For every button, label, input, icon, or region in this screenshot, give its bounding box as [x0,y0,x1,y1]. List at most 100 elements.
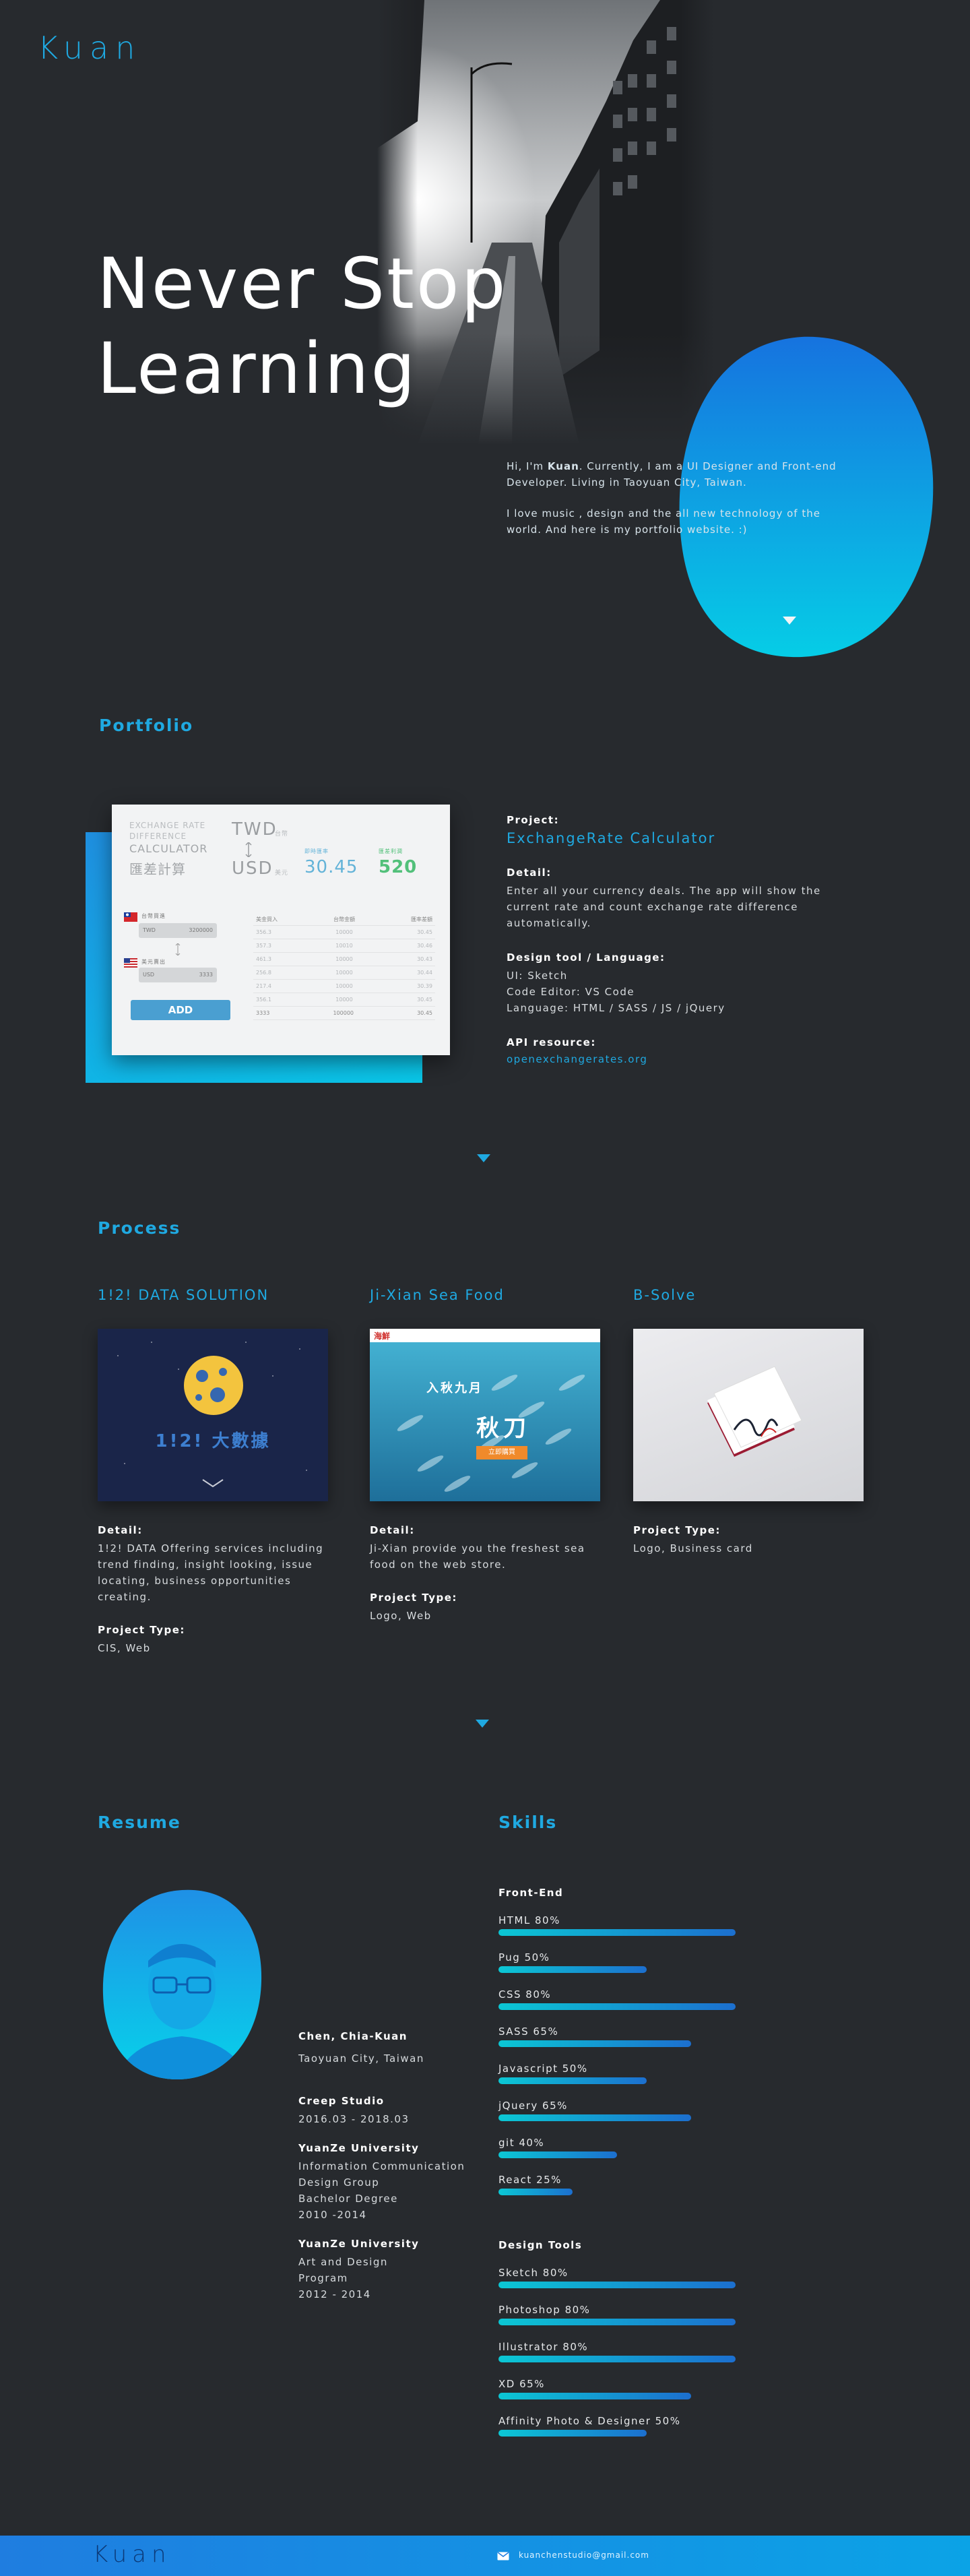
api-link[interactable]: openexchangerates.org [507,1053,647,1065]
skill-bar-track [498,2040,795,2047]
table-cell: 30.43 [417,956,432,962]
skill-label: jQuery 65% [498,2100,568,2112]
chevron-down-icon[interactable] [783,617,796,626]
app-deals-table: 美金買入 台幣金額 匯率差額 356.3 10000 30.45 357.3 1001… [253,912,435,1020]
type-text: Logo, Business card [633,1542,753,1554]
table-header-cell: 匯率差額 [411,916,432,922]
field-currency: USD [143,972,155,978]
app-rate-value: 30.45 [304,857,358,877]
skill-item: React 25% [498,2174,795,2211]
usa-flag-icon [124,958,137,968]
table-row[interactable]: 217.4 10000 30.39 [253,980,435,993]
chevron-down-icon[interactable] [477,1154,490,1164]
swap-arrows-icon[interactable] [245,842,252,857]
skill-bar-track [498,2189,795,2195]
intro-text: Hi, I'm [507,460,548,472]
process-item-title[interactable]: B-Solve [633,1287,696,1303]
skill-item: HTML 80% [498,1914,795,1951]
type-text: Logo, Web [370,1610,432,1622]
table-cell: 10000 [335,983,353,989]
tools-ui: UI: Sketch [507,970,568,982]
footer-logo[interactable]: Kuan [93,2541,172,2568]
table-cell: 30.44 [417,970,432,976]
add-button[interactable]: ADD [131,1000,230,1020]
skill-bar-track [498,2393,795,2399]
skill-bar-fill [498,2114,691,2121]
resume-entry: YuanZe University Art and Design Program… [298,2238,507,2302]
exchange-rate-app-preview[interactable]: EXCHANGE RATE DIFFERENCE CALCULATOR 匯差計算… [112,805,450,1055]
project-image-seafood[interactable]: 海鮮 入秋九月 秋刀 立即購買 [370,1329,600,1501]
table-row[interactable]: 461.3 10000 30.43 [253,953,435,966]
skill-bar-fill [498,2430,647,2437]
hero-intro-paragraph-1: Hi, I'm Kuan. Currently, I am a UI Desig… [507,458,857,491]
skill-bar-track [498,1929,795,1936]
app-profit-label: 匯差利潤 [379,848,403,854]
resume-line: Bachelor Degree [298,2193,398,2205]
process-item-title[interactable]: 1!2! DATA SOLUTION [98,1287,269,1303]
app-subtitle: CALCULATOR [129,842,208,855]
process-detail-2: Detail: Ji-Xian provide you the freshest… [370,1524,606,1624]
hero-intro-paragraph-2: I love music , design and the all new te… [507,507,820,536]
resume-info: Chen, Chia-Kuan Taoyuan City, Taiwan Cre… [298,2030,507,2302]
process-item-title[interactable]: Ji-Xian Sea Food [370,1287,505,1303]
skill-bar-track [498,2282,795,2288]
table-cell: 356.3 [256,929,271,935]
skill-bar-fill [498,2151,617,2158]
project-image-data-solution[interactable]: 1!2! 大數據 [98,1329,328,1501]
skill-bar-fill [498,2189,573,2195]
app-out-label: 美元賣出 [141,959,166,965]
taiwan-flag-icon [124,912,137,922]
hero-title-line2: Learning [97,327,418,410]
table-row[interactable]: 356.3 10000 30.45 [253,926,435,939]
table-cell: 10000 [335,929,353,935]
skill-label: CSS 80% [498,1988,552,2001]
process-detail-3: Project Type: Logo, Business card [633,1524,869,1557]
skill-item: SASS 65% [498,2025,795,2063]
app-subtitle: EXCHANGE RATE [129,821,206,830]
usd-amount-field[interactable]: USD 3333 [139,968,217,982]
business-card-mockup [707,1366,802,1457]
skill-bar-track [498,2319,795,2325]
skill-label: Illustrator 80% [498,2341,589,2353]
skills-list: Front-End HTML 80% Pug 50% CSS 80% SASS 65% J… [498,1887,795,2452]
skill-label: XD 65% [498,2378,545,2390]
app-profit-value: 520 [379,857,418,877]
email-link[interactable]: kuanchenstudio@gmail.com [519,2550,649,2560]
table-cell: 10000 [335,997,353,1003]
table-row[interactable]: 256.8 10000 30.44 [253,966,435,980]
project-name-link[interactable]: ExchangeRate Calculator [507,830,715,846]
skill-bar-track [498,2114,795,2121]
portfolio-project-info: Project: ExchangeRate Calculator Detail:… [507,814,857,1086]
swap-arrows-icon [175,943,181,955]
table-cell: 3333 [256,1010,270,1016]
chevron-down-icon[interactable] [476,1720,489,1729]
project-label: Project: [507,814,560,826]
resume-org: YuanZe University [298,2238,420,2250]
type-label: Project Type: [370,1592,457,1604]
table-cell: 100000 [333,1010,354,1016]
skill-bar-fill [498,2319,736,2325]
skill-group-title: Design Tools [498,2239,583,2251]
resume-org: Creep Studio [298,2095,385,2107]
project-image-bsolve[interactable] [633,1329,864,1501]
table-cell: 10000 [335,970,353,976]
table-row[interactable]: 356.1 10000 30.45 [253,993,435,1007]
api-label: API resource: [507,1036,596,1048]
seafood-logo: 海鮮 [374,1331,391,1341]
seafood-buy-button[interactable]: 立即購買 [476,1446,527,1459]
portfolio-title: Portfolio [99,716,194,735]
skill-label: Photoshop 80% [498,2304,591,2316]
detail-label: Detail: [98,1524,143,1536]
site-logo[interactable]: Kuan [38,30,141,66]
skill-bar-track [498,2430,795,2437]
skill-label: HTML 80% [498,1914,560,1926]
table-cell: 30.45 [417,929,432,935]
skill-bar-track [498,2003,795,2010]
detail-text: Ji-Xian provide you the freshest sea foo… [370,1542,585,1571]
resume-line: 2012 - 2014 [298,2288,371,2300]
twd-amount-field[interactable]: TWD 3200000 [139,923,217,938]
detail-label: Detail: [507,867,552,879]
resume-org: YuanZe University [298,2142,420,2154]
skill-bar-track [498,2077,795,2084]
table-row[interactable]: 357.3 10010 30.46 [253,939,435,953]
